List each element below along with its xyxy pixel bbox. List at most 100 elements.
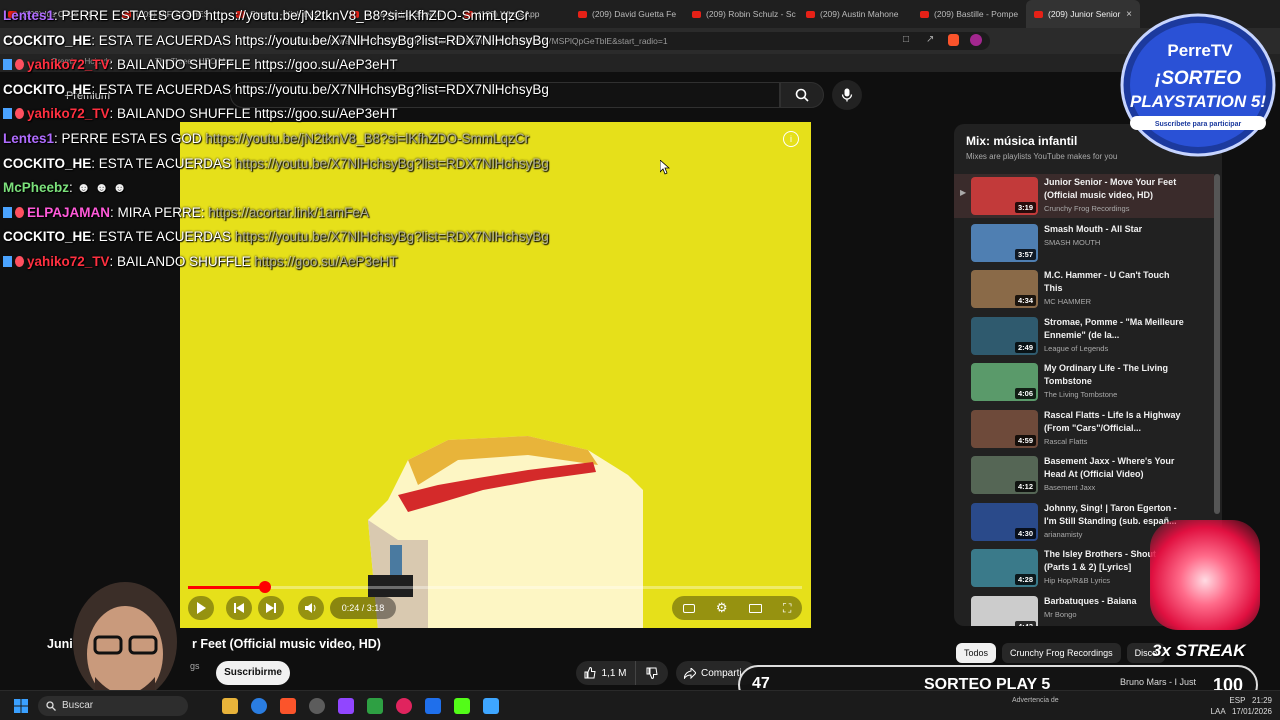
chat-link[interactable]: https://youtu.be/X7NlHchsyBg?list=RDX7Nl… <box>235 229 549 244</box>
like-button[interactable]: 1,1 M <box>576 661 636 685</box>
playlist-item[interactable]: 4:12 Basement Jaxx - Where's Your Head At… <box>954 453 1214 497</box>
previous-button[interactable] <box>226 596 252 620</box>
chat-link[interactable]: https://youtu.be/X7NlHchsyBg?list=RDX7Nl… <box>235 156 549 171</box>
chat-link[interactable]: https://acortar.link/1amFeA <box>208 205 369 220</box>
subtitles-icon[interactable] <box>682 603 695 613</box>
chat-message: Lentes1: PERRE ESTA ES GOD https://youtu… <box>3 131 529 151</box>
progress-bar[interactable] <box>188 581 802 593</box>
windows-start-icon[interactable] <box>14 699 28 713</box>
related-filter-chips: Todos Crunchy Frog Recordings Disco <box>956 643 1166 663</box>
playlist-item-channel: The Living Tombstone <box>1044 390 1118 399</box>
mouse-cursor-icon <box>660 160 670 175</box>
chat-link[interactable]: https://youtu.be/X7NlHchsyBg?list=RDX7Nl… <box>235 82 549 97</box>
video-thumbnail[interactable]: 4:12 <box>971 456 1038 494</box>
chat-username[interactable]: McPheebz <box>3 180 69 195</box>
chat-link[interactable]: https://youtu.be/X7NlHchsyBg?list=RDX7Nl… <box>235 33 549 48</box>
video-thumbnail[interactable]: 4:28 <box>971 549 1038 587</box>
playlist-item[interactable]: 3:57 Smash Mouth - All Star SMASH MOUTH <box>954 221 1214 265</box>
browser-tab[interactable]: (209) Austin Mahone <box>798 0 912 28</box>
search-button[interactable] <box>780 82 824 108</box>
chat-username[interactable]: ELPAJAMAN <box>27 205 110 220</box>
playlist-item[interactable]: 4:06 My Ordinary Life - The Living Tombst… <box>954 360 1214 404</box>
file-explorer-icon[interactable] <box>222 698 238 714</box>
chat-text: : BAILANDO SHUFFLE <box>109 57 255 73</box>
chat-link[interactable]: https://goo.su/AeP3eHT <box>254 57 397 72</box>
chat-username[interactable]: yahiko72_TV <box>27 254 110 269</box>
brave-rewards-icon[interactable] <box>970 34 982 46</box>
duration-badge: 4:12 <box>1014 481 1036 492</box>
video-thumbnail[interactable]: 2:49 <box>971 316 1038 355</box>
video-player[interactable] <box>180 122 811 628</box>
chat-text: : <box>69 180 77 196</box>
chat-message: COCKITO_HE: ESTA TE ACUERDAS https://you… <box>3 82 549 102</box>
video-title: r Feet (Official music video, HD) <box>192 637 381 651</box>
dislike-button[interactable] <box>636 667 668 679</box>
progress-scrubber[interactable] <box>258 581 271 593</box>
filter-chip[interactable]: Todos <box>956 643 997 663</box>
playlist-item-channel: MC HAMMER <box>1044 297 1092 306</box>
chat-username[interactable]: Lentes1 <box>3 8 54 23</box>
brave-icon[interactable] <box>280 698 296 714</box>
share-label: Comparti <box>701 667 742 679</box>
system-tray[interactable]: ESP 21:29 LAA 17/01/2026 <box>1211 695 1272 717</box>
chat-username[interactable]: yahiko72_TV <box>27 57 110 72</box>
playlist-scrollbar[interactable] <box>1214 174 1220 514</box>
edge-icon[interactable] <box>251 698 267 714</box>
video-thumbnail[interactable]: 3:19 <box>971 177 1038 215</box>
chat-username[interactable]: COCKITO_HE <box>3 82 91 97</box>
brave-shield-icon[interactable] <box>948 34 959 46</box>
playlist-item[interactable]: 2:49 Stromae, Pomme - "Ma Meilleure Ennem… <box>954 314 1214 358</box>
playlist-item[interactable]: 4:59 Rascal Flatts - Life Is a Highway (F… <box>954 407 1214 451</box>
playlist-item-title: Basement Jaxx - Where's Your Head At (Of… <box>1044 456 1175 479</box>
kick-icon[interactable] <box>454 698 470 714</box>
browser-tab[interactable]: (209) Robin Schulz - Sc <box>684 0 798 28</box>
tab-label: (209) Bastille - Pompe <box>934 9 1019 19</box>
playlist-item[interactable]: 4:34 M.C. Hammer - U Can't Touch This MC H… <box>954 267 1214 311</box>
streaming-app-icon[interactable] <box>338 698 354 714</box>
gift-badge-icon <box>15 206 24 218</box>
taskbar-search[interactable]: Buscar <box>38 696 188 716</box>
app-icon[interactable] <box>425 698 441 714</box>
playlist-item-title: Junior Senior - Move Your Feet (Official… <box>1044 177 1177 200</box>
video-thumbnail[interactable]: 4:30 <box>971 502 1038 541</box>
gift-badge-icon <box>15 59 24 71</box>
now-playing-widget[interactable]: Bruno Mars - I Just <box>1120 677 1196 687</box>
video-thumbnail[interactable]: 4:43 <box>971 595 1038 626</box>
playlist-item-title: My Ordinary Life - The Living Tombstone <box>1044 363 1169 386</box>
app-icon[interactable] <box>367 698 383 714</box>
app-icon[interactable] <box>483 698 499 714</box>
video-thumbnail[interactable]: 3:57 <box>971 223 1038 262</box>
settings-gear-icon[interactable]: ⚙ <box>716 600 728 616</box>
chat-username[interactable]: COCKITO_HE <box>3 156 91 171</box>
subscribe-button[interactable]: Suscribirme <box>216 661 290 685</box>
thumbs-down-icon <box>646 667 658 679</box>
chat-link[interactable]: https://goo.su/AeP3eHT <box>254 254 397 269</box>
playlist-item-title: Stromae, Pomme - "Ma Meilleure Ennemie" … <box>1044 316 1184 340</box>
playlist-item[interactable]: ▶ 3:19 Junior Senior - Move Your Feet (Off… <box>954 174 1214 218</box>
chat-message: yahiko72_TV: BAILANDO SHUFFLE https://go… <box>3 254 398 274</box>
video-thumbnail[interactable]: 4:06 <box>971 363 1038 401</box>
video-thumbnail[interactable]: 4:59 <box>971 409 1038 448</box>
app-icon[interactable] <box>396 698 412 714</box>
chat-link[interactable]: https://youtu.be/jN2tknV8_B8?si=lKfhZDO-… <box>205 131 529 146</box>
voice-search-button[interactable] <box>832 80 862 110</box>
volume-button[interactable] <box>298 596 324 620</box>
chat-link[interactable]: https://youtu.be/jN2tknV8_B8?si=lKfhZDO-… <box>205 8 529 23</box>
share-icon[interactable]: ↗ <box>926 34 934 45</box>
chat-link[interactable]: https://goo.su/AeP3eHT <box>254 106 397 121</box>
bookmark-star-icon[interactable]: □ <box>903 34 909 45</box>
chat-username[interactable]: COCKITO_HE <box>3 229 91 244</box>
video-thumbnail[interactable]: 4:34 <box>971 270 1038 308</box>
browser-tab[interactable]: (209) David Guetta Fe <box>570 0 684 28</box>
chat-username[interactable]: Lentes1 <box>3 131 54 146</box>
chat-username[interactable]: COCKITO_HE <box>3 33 91 48</box>
browser-tab[interactable]: (209) Bastille - Pompe <box>912 0 1026 28</box>
fullscreen-icon[interactable]: ⛶ <box>783 601 791 616</box>
player-right-controls: ⚙ ⛶ <box>672 596 802 620</box>
app-icon[interactable] <box>309 698 325 714</box>
info-icon[interactable]: i <box>783 131 799 147</box>
chat-username[interactable]: yahiko72_TV <box>27 106 110 121</box>
theater-mode-icon[interactable] <box>748 603 762 613</box>
filter-chip[interactable]: Crunchy Frog Recordings <box>1002 643 1121 663</box>
next-button[interactable] <box>258 596 284 620</box>
